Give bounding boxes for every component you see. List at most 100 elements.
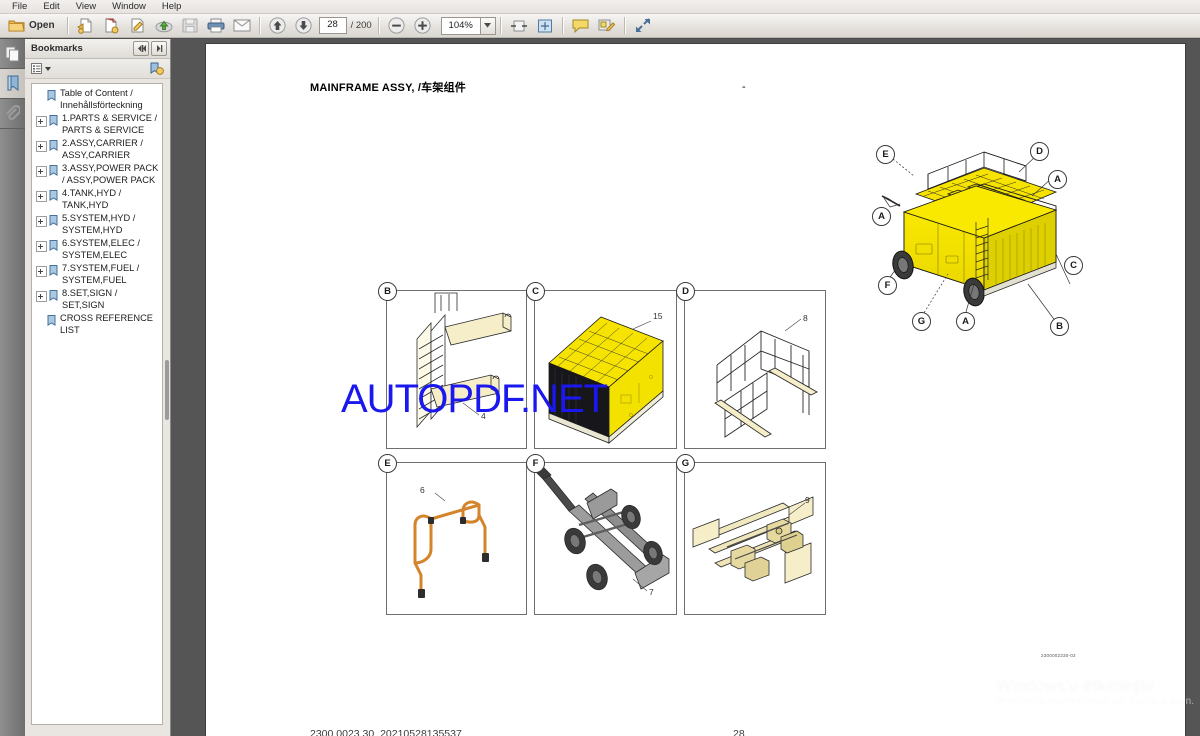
upload-cloud-button[interactable] <box>152 14 176 38</box>
detail-tag-c: C <box>526 282 545 301</box>
detail-box-b: 4 <box>386 290 527 449</box>
create-pdf-icon <box>77 18 94 34</box>
toolbar-separator-5 <box>561 17 564 34</box>
bookmark-label: 8.SET,SIGN / SET,SIGN <box>62 288 118 310</box>
collapse-panel-button[interactable] <box>133 41 149 56</box>
bookmark-icon <box>47 90 56 101</box>
paperclip-icon <box>5 105 20 122</box>
zoom-out-button[interactable] <box>385 14 409 38</box>
bookmark-item-3[interactable]: 3.ASSY,POWER PACK / ASSY,POWER PACK <box>34 163 160 186</box>
bookmark-item-7[interactable]: 7.SYSTEM,FUEL / SYSTEM,FUEL <box>34 263 160 286</box>
detail-tag-d: D <box>676 282 695 301</box>
bookmarks-panel: Bookmarks Table of Content / Innehållsfö… <box>25 39 171 736</box>
expand-panel-button[interactable] <box>151 41 167 56</box>
part-number-7: 7 <box>649 587 654 597</box>
arrow-down-circle-icon <box>295 17 312 34</box>
bookmark-item-9[interactable]: CROSS REFERENCE LIST <box>34 313 160 336</box>
bookmark-icon <box>49 140 58 151</box>
footer-document-id: 2300 0023 30_20210528135537 <box>310 728 462 736</box>
save-button[interactable] <box>178 14 202 38</box>
previous-page-button[interactable] <box>266 14 290 38</box>
toolbar-separator-2 <box>258 17 261 34</box>
open-file-label: Open <box>29 20 55 31</box>
open-file-button[interactable]: Open <box>4 14 62 38</box>
expand-toggle-icon[interactable] <box>36 291 47 302</box>
part-number-6: 6 <box>420 485 425 495</box>
document-viewer[interactable]: MAINFRAME ASSY, /车架组件 - AUTOPDF.NET E D … <box>171 39 1200 736</box>
edit-pdf-button[interactable] <box>126 14 150 38</box>
menu-item-edit[interactable]: Edit <box>35 0 67 13</box>
bookmark-label: 7.SYSTEM,FUEL / SYSTEM,FUEL <box>62 263 140 285</box>
combine-files-button[interactable] <box>100 14 124 38</box>
bookmark-item-5[interactable]: 5.SYSTEM,HYD / SYSTEM,HYD <box>34 213 160 236</box>
activation-title: Windows'u etkinleştir <box>996 676 1155 695</box>
combine-files-icon <box>103 18 120 34</box>
fullscreen-button[interactable] <box>631 14 655 38</box>
document-scrollbar-thumb[interactable] <box>165 360 169 420</box>
bookmark-item-8[interactable]: 8.SET,SIGN / SET,SIGN <box>34 288 160 311</box>
expand-toggle-icon[interactable] <box>36 166 47 177</box>
bookmarks-panel-title: Bookmarks <box>31 43 83 54</box>
attachments-button[interactable] <box>0 99 25 129</box>
menu-item-window[interactable]: Window <box>104 0 154 13</box>
detail-box-g: 9 <box>684 462 826 615</box>
arrow-up-circle-icon <box>269 17 286 34</box>
callout-e: E <box>876 145 895 164</box>
expand-toggle-icon[interactable] <box>36 241 47 252</box>
fit-page-button[interactable] <box>533 14 557 38</box>
new-bookmark-button[interactable] <box>150 62 164 75</box>
expand-toggle-icon[interactable] <box>36 216 47 227</box>
zoom-level-value[interactable]: 104% <box>440 16 480 35</box>
expand-toggle-icon[interactable] <box>36 116 47 127</box>
next-page-button[interactable] <box>292 14 316 38</box>
bookmarks-list[interactable]: Table of Content / Innehållsförteckning … <box>31 83 163 725</box>
callout-a-bottom: A <box>956 312 975 331</box>
drawing-number: 2300002330-02 <box>1041 653 1076 658</box>
expand-arrows-icon <box>635 18 651 33</box>
print-button[interactable] <box>204 14 228 38</box>
email-button[interactable] <box>230 14 254 38</box>
zoom-level-select[interactable]: 104% <box>440 16 496 35</box>
expand-toggle-icon[interactable] <box>36 191 47 202</box>
bookmark-icon <box>49 115 58 126</box>
callout-b: B <box>1050 317 1069 336</box>
bookmark-item-4[interactable]: 4.TANK,HYD / TANK,HYD <box>34 188 160 211</box>
highlight-button[interactable] <box>595 14 619 38</box>
expand-toggle-icon[interactable] <box>36 141 47 152</box>
expand-toggle-icon <box>36 316 45 325</box>
bookmarks-button[interactable] <box>0 69 25 99</box>
chevron-down-icon[interactable] <box>479 16 496 35</box>
toolbar-separator-6 <box>623 17 626 34</box>
bookmark-label: Table of Content / Innehållsförteckning <box>60 88 143 110</box>
bookmark-item-2[interactable]: 2.ASSY,CARRIER / ASSY,CARRIER <box>34 138 160 161</box>
bookmark-item-6[interactable]: 6.SYSTEM,ELEC / SYSTEM,ELEC <box>34 238 160 261</box>
toolbar-separator-1 <box>66 17 69 34</box>
page-total-label: / 200 <box>350 20 372 31</box>
menu-item-view[interactable]: View <box>68 0 104 13</box>
menu-item-help[interactable]: Help <box>154 0 190 13</box>
fit-width-button[interactable] <box>507 14 531 38</box>
detail-box-f: 7 <box>534 462 677 615</box>
zoom-in-button[interactable] <box>411 14 435 38</box>
create-pdf-button[interactable] <box>74 14 98 38</box>
menu-item-file[interactable]: File <box>4 0 35 13</box>
part-number-15: 15 <box>653 311 663 321</box>
bookmark-options-button[interactable] <box>31 63 51 74</box>
bookmark-label: 1.PARTS & SERVICE / PARTS & SERVICE <box>62 113 158 135</box>
page-number-input[interactable]: 28 <box>318 17 347 34</box>
page-thumbnails-button[interactable] <box>0 39 25 69</box>
highlight-pen-icon <box>598 18 616 33</box>
mainframe-overview-illustration: E D A A C F G A B <box>856 134 1101 336</box>
bookmark-icon <box>49 165 58 176</box>
comment-button[interactable] <box>569 14 593 38</box>
bookmark-item-0[interactable]: Table of Content / Innehållsförteckning <box>34 88 160 111</box>
pdf-reader-window: File Edit View Window Help Open 28 / 200… <box>0 0 1200 736</box>
fit-page-icon <box>537 19 553 33</box>
expand-toggle-icon[interactable] <box>36 266 47 277</box>
page-title: MAINFRAME ASSY, /车架组件 <box>310 82 466 94</box>
navigation-pane-rail <box>0 39 25 736</box>
fit-width-icon <box>510 19 527 33</box>
bookmark-item-1[interactable]: 1.PARTS & SERVICE / PARTS & SERVICE <box>34 113 160 136</box>
callout-a-right: A <box>1048 170 1067 189</box>
bookmark-icon <box>49 290 58 301</box>
